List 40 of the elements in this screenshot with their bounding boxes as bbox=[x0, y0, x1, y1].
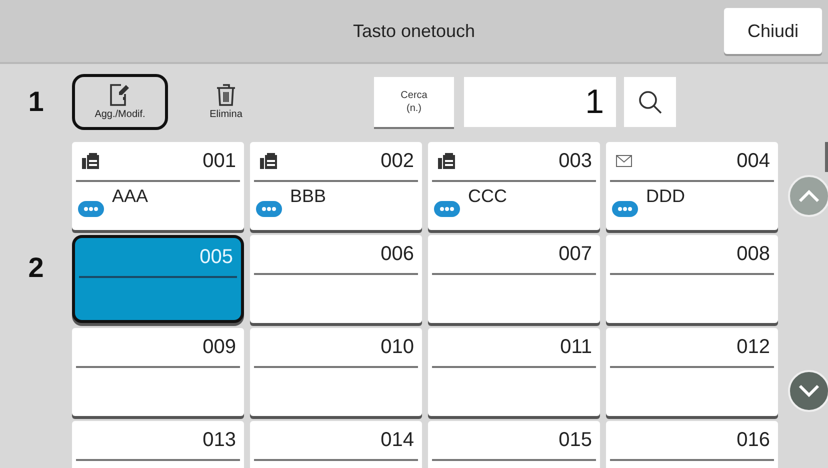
more-icon[interactable] bbox=[256, 200, 282, 218]
one-touch-key[interactable]: 010 bbox=[250, 328, 422, 416]
envelope-icon bbox=[616, 155, 632, 167]
search-icon bbox=[637, 89, 663, 115]
more-icon[interactable] bbox=[78, 200, 104, 218]
number-field[interactable]: 1 bbox=[464, 77, 616, 127]
trash-icon bbox=[216, 84, 236, 106]
scrollbar bbox=[825, 142, 828, 172]
one-touch-key[interactable]: 015 bbox=[428, 421, 600, 468]
one-touch-key[interactable]: 013 bbox=[72, 421, 244, 468]
one-touch-key[interactable]: 001 AAA bbox=[72, 142, 244, 230]
close-button[interactable]: Chiudi bbox=[724, 8, 822, 54]
delete-button[interactable]: Elimina bbox=[196, 74, 256, 130]
callout-number: 2 bbox=[27, 251, 45, 285]
window-title: Tasto onetouch bbox=[352, 20, 476, 42]
fax-icon bbox=[260, 153, 278, 169]
scroll-up-button[interactable] bbox=[788, 175, 828, 217]
down-chevron-icon bbox=[798, 384, 820, 398]
up-chevron-icon bbox=[798, 189, 820, 203]
search-button[interactable] bbox=[624, 77, 676, 127]
more-icon[interactable] bbox=[612, 200, 638, 218]
one-touch-key[interactable]: 012 bbox=[606, 328, 778, 416]
one-touch-key[interactable]: 004 DDD bbox=[606, 142, 778, 230]
fax-icon bbox=[438, 153, 456, 169]
more-icon[interactable] bbox=[434, 200, 460, 218]
one-touch-key[interactable]: 006 bbox=[250, 235, 422, 323]
scroll-down-button[interactable] bbox=[788, 370, 828, 412]
one-touch-key[interactable]: 008 bbox=[606, 235, 778, 323]
one-touch-key[interactable]: 003 CCC bbox=[428, 142, 600, 230]
search-by-number-button[interactable]: Cerca (n.) bbox=[374, 77, 454, 127]
fax-icon bbox=[82, 153, 100, 169]
edit-icon bbox=[110, 84, 130, 106]
callout-number: 1 bbox=[27, 85, 45, 119]
one-touch-key[interactable]: 009 bbox=[72, 328, 244, 416]
one-touch-key[interactable]: 011 bbox=[428, 328, 600, 416]
add-edit-button[interactable]: Agg./Modif. bbox=[72, 74, 168, 130]
one-touch-key[interactable]: 014 bbox=[250, 421, 422, 468]
one-touch-key[interactable]: 002 BBB bbox=[250, 142, 422, 230]
one-touch-key[interactable]: 016 bbox=[606, 421, 778, 468]
one-touch-key[interactable]: 007 bbox=[428, 235, 600, 323]
